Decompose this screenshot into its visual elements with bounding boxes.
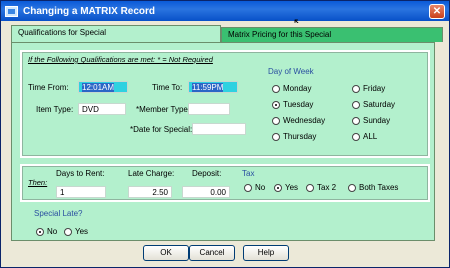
radio-tuesday-dot <box>272 100 280 109</box>
radio-saturday-dot <box>352 100 360 109</box>
member-type-label: *Member Type: <box>136 105 191 114</box>
window-title: Changing a MATRIX Record <box>23 5 156 17</box>
radio-tax-no[interactable]: No <box>244 183 265 192</box>
radio-tax-no-dot <box>244 183 252 192</box>
time-to-field[interactable]: 11:59PM <box>188 81 238 93</box>
deposit-field[interactable]: 0.00 <box>182 186 230 198</box>
radio-all[interactable]: ALL <box>352 132 377 141</box>
radio-sunday-dot <box>352 116 360 125</box>
time-from-field[interactable]: 12:01AM <box>78 81 128 93</box>
radio-saturday[interactable]: Saturday <box>352 100 395 109</box>
tab-qualifications[interactable]: Qualifications for Special <box>11 25 221 42</box>
then-group: Days to Rent: Late Charge: Deposit: Tax … <box>20 164 430 202</box>
radio-friday[interactable]: Friday <box>352 84 385 93</box>
tab-matrix-pricing[interactable]: Matrix Pricing for this Special <box>221 27 443 42</box>
time-to-label: Time To: <box>152 83 183 92</box>
radio-all-dot <box>352 132 360 141</box>
deposit-label: Deposit: <box>192 169 222 178</box>
special-late-label: Special Late? <box>34 209 83 218</box>
radio-tax-2-dot <box>306 183 314 192</box>
radio-special-late-no-dot <box>36 227 44 236</box>
ok-button[interactable]: OK <box>143 245 189 261</box>
radio-tax-2[interactable]: Tax 2 <box>306 183 336 192</box>
item-type-field[interactable]: DVD <box>78 103 126 115</box>
radio-tax-yes-dot <box>274 183 282 192</box>
radio-friday-dot <box>352 84 360 93</box>
radio-thursday-dot <box>272 132 280 141</box>
radio-sunday[interactable]: Sunday <box>352 116 390 125</box>
radio-thursday[interactable]: Thursday <box>272 132 316 141</box>
time-from-label: Time From: <box>28 83 69 92</box>
radio-wednesday-dot <box>272 116 280 125</box>
radio-wednesday[interactable]: Wednesday <box>272 116 325 125</box>
then-label: Then: <box>28 178 48 187</box>
radio-special-late-no[interactable]: No <box>36 227 57 236</box>
member-type-field[interactable] <box>188 103 230 115</box>
days-to-rent-field[interactable]: 1 <box>56 186 106 198</box>
radio-monday-dot <box>272 84 280 93</box>
qualifications-group: If the Following Qualifications are met:… <box>20 50 430 158</box>
help-button[interactable]: Help <box>243 245 289 261</box>
close-button[interactable]: ✕ <box>429 3 445 19</box>
date-for-special-field[interactable] <box>192 123 246 135</box>
days-to-rent-label: Days to Rent: <box>56 169 105 178</box>
radio-tax-yes[interactable]: Yes <box>274 183 298 192</box>
day-of-week-label: Day of Week <box>268 67 314 76</box>
late-charge-field[interactable]: 2.50 <box>128 186 172 198</box>
radio-monday[interactable]: Monday <box>272 84 311 93</box>
late-charge-label: Late Charge: <box>128 169 175 178</box>
radio-special-late-yes[interactable]: Yes <box>64 227 88 236</box>
qualification-note: If the Following Qualifications are met:… <box>28 55 213 64</box>
cancel-button[interactable]: Cancel <box>189 245 235 261</box>
title-bar[interactable]: Changing a MATRIX Record ✕ <box>1 1 449 21</box>
radio-special-late-yes-dot <box>64 227 72 236</box>
tab-panel-qualifications: If the Following Qualifications are met:… <box>11 42 435 241</box>
tax-label: Tax <box>242 169 255 178</box>
date-for-special-label: *Date for Special: <box>130 125 193 134</box>
radio-tax-both[interactable]: Both Taxes <box>348 183 398 192</box>
app-icon <box>5 5 18 17</box>
close-icon: ✕ <box>432 5 442 17</box>
dialog-window: Changing a MATRIX Record ✕ ↖ Qualificati… <box>0 0 450 268</box>
item-type-label: Item Type: <box>36 105 74 114</box>
radio-tax-both-dot <box>348 183 356 192</box>
dialog-client: Qualifications for Special Matrix Pricin… <box>5 23 445 261</box>
radio-tuesday[interactable]: Tuesday <box>272 100 313 109</box>
